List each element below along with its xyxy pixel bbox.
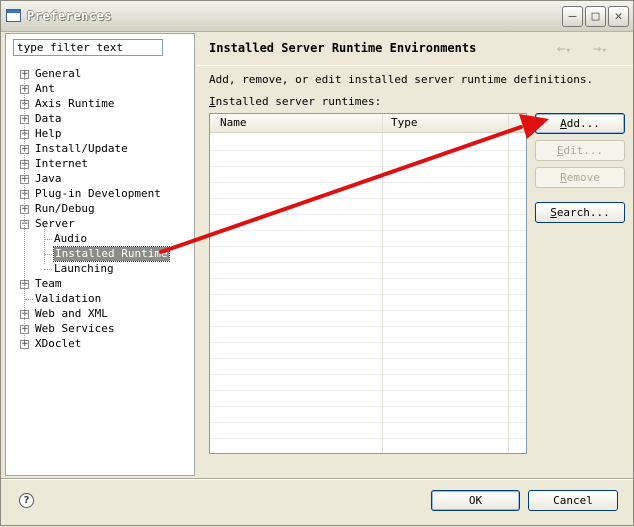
page-description: Add, remove, or edit installed server ru… — [209, 73, 594, 86]
tree-item-label: Installed Runtime — [53, 246, 170, 262]
tree-connector — [44, 254, 52, 255]
forward-dropdown-icon: ▾ — [601, 46, 607, 56]
table-row — [210, 214, 526, 215]
tree-connector — [24, 76, 25, 340]
filter-input[interactable]: type filter text — [13, 39, 163, 56]
search-button[interactable]: Search... — [535, 202, 625, 223]
table-row — [210, 198, 526, 199]
page-title: Installed Server Runtime Environments — [209, 41, 477, 55]
tree-item[interactable]: + Web and XML — [6, 307, 192, 321]
title-bar[interactable]: Preferences – □ ✕ — [1, 1, 633, 32]
preferences-window: Preferences – □ ✕ type filter text + Gene… — [0, 0, 634, 526]
runtimes-table-label: Installed server runtimes: — [209, 95, 382, 108]
minimize-button[interactable]: – — [562, 6, 583, 27]
preference-tree-panel: type filter text + General + Ant + Axis Runti… — [5, 33, 195, 476]
window-title: Preferences — [27, 9, 112, 23]
table-row — [210, 182, 526, 183]
table-row — [210, 342, 526, 343]
table-row — [210, 246, 526, 247]
tree-item[interactable]: + Java — [6, 172, 192, 186]
tree-item-label: Audio — [54, 232, 88, 245]
tree-item[interactable]: + Run/Debug — [6, 202, 192, 216]
tree-connector — [25, 299, 33, 300]
tree-item[interactable]: + General — [6, 67, 192, 81]
table-row — [210, 230, 526, 231]
tree-item-label: Plug-in Development — [35, 187, 161, 200]
tree-item[interactable]: + Web Services — [6, 322, 192, 336]
preference-page: Installed Server Runtime Environments ←▾… — [197, 33, 633, 476]
column-divider — [508, 114, 509, 453]
column-header-type[interactable]: Type — [391, 116, 418, 129]
ok-button[interactable]: OK — [431, 490, 520, 511]
tree-item[interactable]: + XDoclet — [6, 337, 192, 351]
add-button[interactable]: Add... — [535, 113, 625, 134]
tree-item-label: Team — [35, 277, 62, 290]
cancel-button[interactable]: Cancel — [528, 490, 618, 511]
back-dropdown-icon: ▾ — [565, 46, 571, 56]
table-row — [210, 438, 526, 439]
table-row — [210, 310, 526, 311]
tree-item[interactable]: − Server — [6, 217, 192, 231]
tree-item[interactable]: + Install/Update — [6, 142, 192, 156]
table-row — [210, 150, 526, 151]
maximize-icon: □ — [591, 9, 600, 24]
tree-item-label: Server — [35, 217, 75, 230]
tree-item[interactable]: + Axis Runtime — [6, 97, 192, 111]
close-icon: ✕ — [614, 9, 623, 24]
tree-item-label: Ant — [35, 82, 55, 95]
table-row — [210, 262, 526, 263]
column-header-name[interactable]: Name — [220, 116, 247, 129]
expand-icon[interactable]: + — [20, 340, 29, 349]
table-row — [210, 422, 526, 423]
tree-item[interactable]: Launching — [6, 262, 192, 276]
tree-connector — [44, 227, 45, 264]
table-row — [210, 358, 526, 359]
column-divider — [382, 114, 383, 453]
tree-item[interactable]: + Data — [6, 112, 192, 126]
tree-item[interactable]: Validation — [6, 292, 192, 306]
tree-item-label: Web and XML — [35, 307, 108, 320]
forward-button[interactable]: →▾ — [593, 41, 607, 57]
table-row — [210, 166, 526, 167]
tree-item-label: Help — [35, 127, 62, 140]
maximize-button[interactable]: □ — [585, 6, 606, 27]
tree-connector — [44, 239, 52, 240]
tree-item[interactable]: + Ant — [6, 82, 192, 96]
tree-item-label: Validation — [35, 292, 102, 305]
runtimes-table[interactable]: Name Type — [209, 113, 527, 454]
tree-item[interactable]: + Internet — [6, 157, 192, 171]
tree-connector — [44, 269, 52, 270]
help-icon[interactable]: ? — [19, 493, 34, 508]
tree-item[interactable]: + Plug-in Development — [6, 187, 192, 201]
minimize-icon: – — [568, 9, 577, 24]
table-row — [210, 278, 526, 279]
footer-divider — [1, 478, 633, 480]
back-button[interactable]: ←▾ — [557, 41, 571, 57]
table-row — [210, 390, 526, 391]
tree-item-label: Web Services — [35, 322, 115, 335]
tree-item-label: Axis Runtime — [35, 97, 115, 110]
table-row — [210, 406, 526, 407]
table-row — [210, 374, 526, 375]
tree-item-label: Data — [35, 112, 62, 125]
tree-item-label: XDoclet — [35, 337, 82, 350]
tree-item-label: Install/Update — [35, 142, 128, 155]
tree-item[interactable]: + Team — [6, 277, 192, 291]
tree-item[interactable]: + Help — [6, 127, 192, 141]
table-row — [210, 294, 526, 295]
tree-item-label: Internet — [35, 157, 88, 170]
table-row — [210, 326, 526, 327]
edit-button[interactable]: Edit... — [535, 140, 625, 161]
tree-item[interactable]: Installed Runtime — [6, 246, 192, 262]
remove-button[interactable]: Remove — [535, 167, 625, 188]
tree-item-label: Run/Debug — [35, 202, 95, 215]
header-divider — [197, 65, 633, 66]
tree-item-label: Launching — [54, 262, 114, 275]
tree-item[interactable]: Audio — [6, 232, 192, 246]
table-header: Name Type — [210, 114, 526, 133]
window-icon — [6, 9, 21, 22]
tree-item-label: Java — [35, 172, 62, 185]
tree-item-label: General — [35, 67, 82, 80]
close-button[interactable]: ✕ — [608, 6, 629, 27]
